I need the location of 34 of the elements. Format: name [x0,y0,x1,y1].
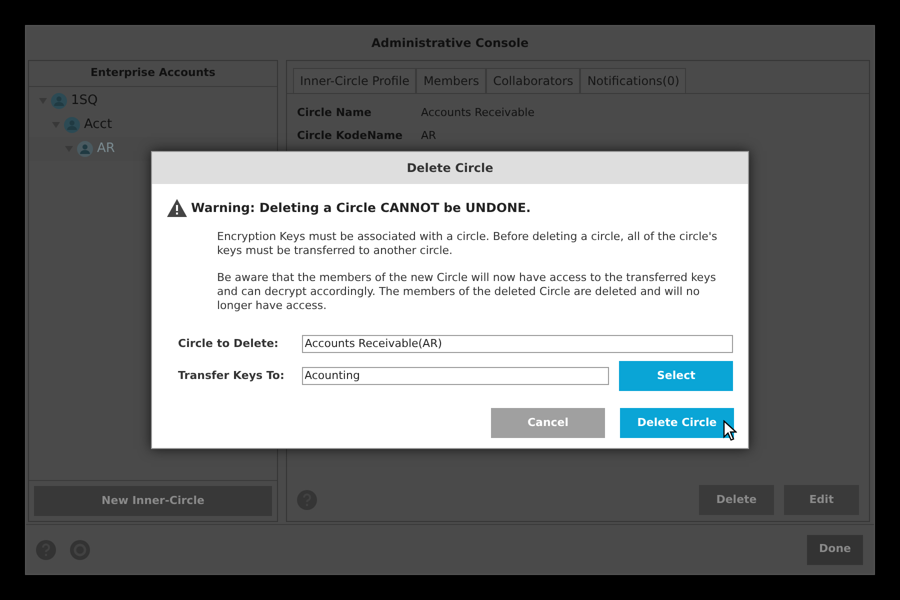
mouse-pointer-icon [723,420,737,441]
field-value: Accounts Receivable [421,104,534,121]
tab[interactable]: Inner-Circle Profile [293,68,416,93]
field-label: Circle Name [297,104,372,121]
paragraph: Be aware that the members of the new Circle will now have access to the transferred keys and can decrypt accordingly. The members of the deleted Circle are deleted and will no longer have access. [217,270,717,313]
tree-item[interactable]: 1SQ [29,89,277,113]
field-label: Circle to Delete: [178,336,280,352]
field-label: Transfer Keys To: [178,368,286,384]
tab[interactable]: Members [416,68,486,93]
tab[interactable]: Collaborators [486,68,580,93]
refresh-icon[interactable] [70,540,90,560]
dialog-button[interactable]: Delete Circle [620,408,734,438]
group-icon [77,141,93,157]
tree-item[interactable]: Acct [29,113,277,137]
action-button[interactable]: Delete [699,485,774,515]
done-button[interactable]: Done [807,534,863,564]
dialog-title: Delete Circle [406,160,494,177]
tab[interactable]: Notifications(0) [580,68,686,93]
field-label: Circle KodeName [297,128,404,144]
input-field[interactable]: Acounting [302,366,610,385]
action-button[interactable]: Edit [784,485,859,515]
group-icon [64,117,80,133]
warning-text: Warning: Deleting a Circle CANNOT be UNDONE. [191,199,531,217]
dialog-button[interactable]: Cancel [491,408,605,438]
warning-icon [167,199,187,218]
sidebar-header: Enterprise Accounts [90,65,216,82]
input-field[interactable]: Accounts Receivable(AR) [302,334,733,353]
new-inner-circle-button[interactable]: New Inner-Circle [34,486,272,516]
field-value: AR [421,128,436,144]
window-title: Administrative Console [371,35,529,52]
group-icon [51,93,67,109]
paragraph: Encryption Keys must be associated with a circle. Before deleting a circle, all of the circle's keys must be transferred to another circle. [217,230,718,258]
help-icon[interactable] [36,540,56,560]
select-button[interactable]: Select [619,360,733,391]
